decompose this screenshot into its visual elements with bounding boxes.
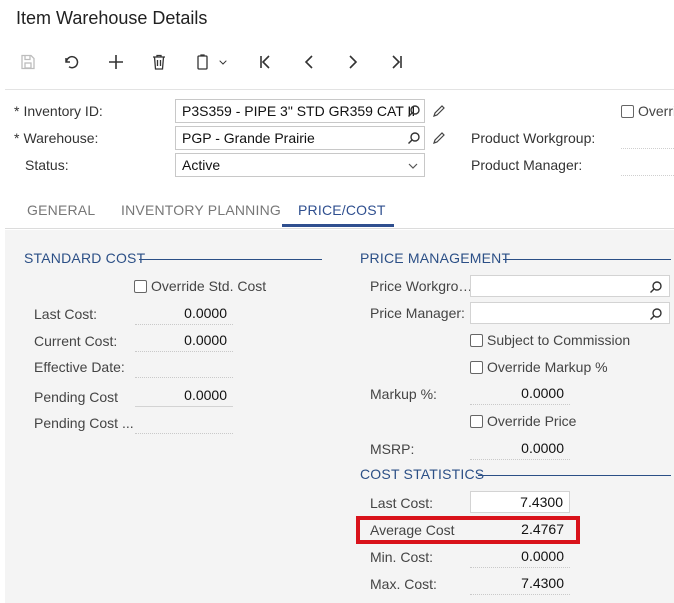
previous-icon[interactable] <box>297 50 321 74</box>
product-manager-field[interactable] <box>621 175 674 176</box>
last-cost-label: Last Cost: <box>34 306 98 322</box>
last-cost-value: 0.0000 <box>135 303 233 325</box>
max-cost-value: 7.4300 <box>470 573 570 595</box>
price-workgroup-field[interactable] <box>470 275 670 297</box>
subject-to-commission-checkbox[interactable]: Subject to Commission <box>470 332 630 348</box>
status-label: Status: <box>25 157 69 173</box>
first-icon[interactable] <box>253 50 277 74</box>
product-workgroup-field[interactable] <box>621 148 674 149</box>
markup-label: Markup %: <box>370 386 437 402</box>
undo-icon[interactable] <box>59 50 83 74</box>
product-manager-label: Product Manager: <box>471 157 583 173</box>
average-cost-highlight <box>356 516 580 544</box>
save-icon[interactable] <box>16 50 40 74</box>
tab-general[interactable]: GENERAL <box>27 202 95 218</box>
chevron-down-icon[interactable] <box>215 50 231 74</box>
toolbar <box>0 50 674 74</box>
effective-date-label: Effective Date: <box>34 359 125 375</box>
markup-field[interactable]: 0.0000 <box>470 383 570 405</box>
section-divider <box>503 259 671 260</box>
pending-cost-field[interactable]: 0.0000 <box>135 385 233 407</box>
required-mark: * <box>14 103 20 119</box>
override-checkbox[interactable]: Overri <box>621 103 674 119</box>
inventory-id-field[interactable]: P3S359 - PIPE 3" STD GR359 CAT II <box>175 99 425 123</box>
stat-last-cost-label: Last Cost: <box>370 495 434 511</box>
warehouse-field[interactable]: PGP - Grande Prairie <box>175 126 425 150</box>
search-icon[interactable] <box>647 305 665 323</box>
max-cost-label: Max. Cost: <box>370 576 437 592</box>
price-management-heading: PRICE MANAGEMENT <box>360 250 511 266</box>
msrp-label: MSRP: <box>370 441 415 457</box>
current-cost-value: 0.0000 <box>135 330 233 352</box>
cost-statistics-heading: COST STATISTICS <box>360 466 485 482</box>
current-cost-label: Current Cost: <box>34 333 118 349</box>
pending-cost-label: Pending Cost <box>34 389 119 405</box>
effective-date-value <box>135 356 233 378</box>
stat-last-cost-value: 7.4300 <box>470 491 570 513</box>
pending-cost-date-label: Pending Cost ... <box>34 415 134 431</box>
msrp-field[interactable]: 0.0000 <box>470 438 570 460</box>
price-manager-field[interactable] <box>470 302 670 324</box>
status-select[interactable]: Active <box>175 153 425 177</box>
last-icon[interactable] <box>385 50 409 74</box>
chevron-down-icon[interactable] <box>404 157 422 175</box>
override-markup-checkbox[interactable]: Override Markup % <box>470 359 608 375</box>
edit-icon[interactable] <box>430 102 448 120</box>
next-icon[interactable] <box>341 50 365 74</box>
override-std-cost-checkbox[interactable]: Override Std. Cost <box>134 278 266 294</box>
search-icon[interactable] <box>405 102 423 120</box>
search-icon[interactable] <box>405 129 423 147</box>
page-title: Item Warehouse Details <box>16 8 208 28</box>
copy-paste-icon[interactable] <box>191 50 215 74</box>
section-divider <box>478 475 671 476</box>
standard-cost-heading: STANDARD COST <box>24 250 146 266</box>
active-tab-indicator <box>282 224 394 227</box>
warehouse-label: * Warehouse: <box>14 130 99 146</box>
product-workgroup-label: Product Workgroup: <box>471 130 596 146</box>
add-icon[interactable] <box>104 50 128 74</box>
price-manager-label: Price Manager: <box>370 305 465 321</box>
override-price-checkbox[interactable]: Override Price <box>470 413 576 429</box>
section-divider <box>139 259 322 260</box>
delete-icon[interactable] <box>147 50 171 74</box>
min-cost-value: 0.0000 <box>470 546 570 568</box>
tab-inventory-planning[interactable]: INVENTORY PLANNING <box>121 202 281 218</box>
price-workgroup-label: Price Workgro… <box>370 278 473 294</box>
edit-icon[interactable] <box>430 129 448 147</box>
min-cost-label: Min. Cost: <box>370 549 434 565</box>
tab-price-cost[interactable]: PRICE/COST <box>298 202 386 218</box>
search-icon[interactable] <box>647 278 665 296</box>
inventory-id-label: * Inventory ID: <box>14 103 103 119</box>
pending-cost-date-field[interactable] <box>135 412 233 434</box>
